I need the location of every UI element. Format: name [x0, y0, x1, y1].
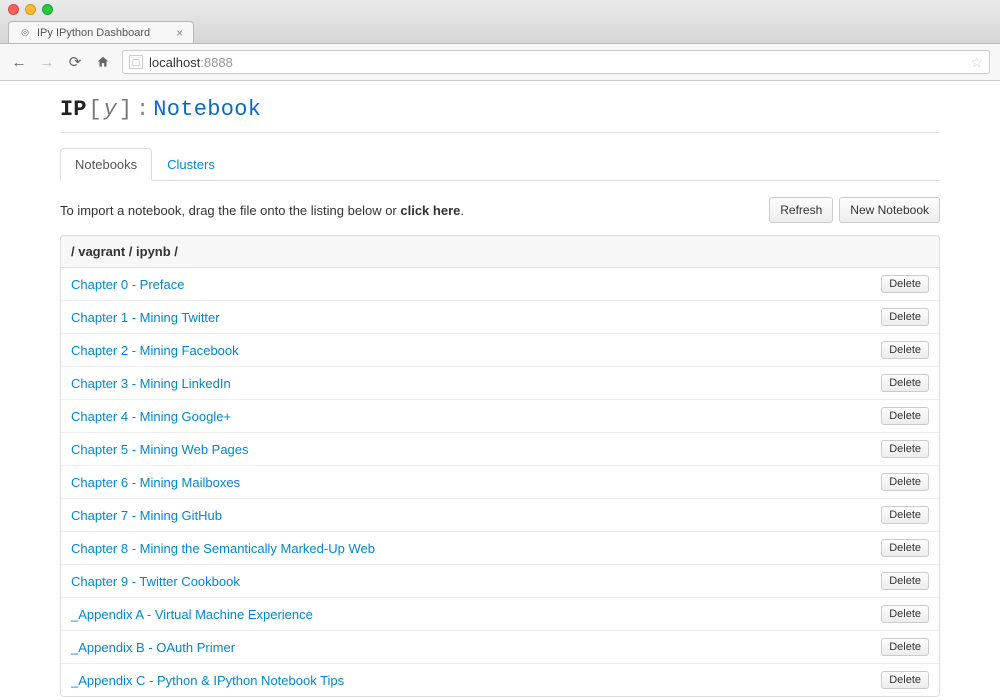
delete-button[interactable]: Delete: [881, 275, 929, 293]
list-item: Chapter 5 - Mining Web Pages Delete: [61, 433, 939, 466]
notebook-link[interactable]: Chapter 6 - Mining Mailboxes: [71, 475, 240, 490]
delete-button[interactable]: Delete: [881, 539, 929, 557]
delete-button[interactable]: Delete: [881, 506, 929, 524]
browser-tab-title: IPy IPython Dashboard: [37, 27, 150, 39]
browser-chrome: ◎ IPy IPython Dashboard ×: [0, 0, 1000, 44]
forward-button[interactable]: →: [38, 54, 56, 71]
delete-button[interactable]: Delete: [881, 638, 929, 656]
logo-ip: IP: [60, 97, 86, 122]
window-controls: [0, 0, 1000, 19]
notebook-link[interactable]: _Appendix B - OAuth Primer: [71, 640, 235, 655]
delete-button[interactable]: Delete: [881, 572, 929, 590]
window-minimize-icon[interactable]: [25, 4, 36, 15]
list-item: _Appendix B - OAuth Primer Delete: [61, 631, 939, 664]
notebook-link[interactable]: Chapter 2 - Mining Facebook: [71, 343, 239, 358]
browser-nav-bar: ← → ⟳ ▢ localhost :8888 ☆: [0, 44, 1000, 81]
browser-tab[interactable]: ◎ IPy IPython Dashboard ×: [8, 21, 194, 43]
tab-notebooks[interactable]: Notebooks: [60, 148, 152, 181]
url-host: localhost: [149, 55, 200, 70]
logo-lbracket: [: [88, 97, 101, 122]
list-item: Chapter 7 - Mining GitHub Delete: [61, 499, 939, 532]
url-port: :8888: [200, 55, 233, 70]
notebook-link[interactable]: Chapter 4 - Mining Google+: [71, 409, 231, 424]
browser-tab-strip: ◎ IPy IPython Dashboard ×: [0, 19, 1000, 43]
notebook-link[interactable]: Chapter 7 - Mining GitHub: [71, 508, 222, 523]
list-item: Chapter 4 - Mining Google+ Delete: [61, 400, 939, 433]
logo-rbracket: ]: [119, 97, 132, 122]
breadcrumb: / vagrant / ipynb /: [61, 236, 939, 268]
home-button[interactable]: [94, 55, 112, 69]
notebook-link[interactable]: Chapter 1 - Mining Twitter: [71, 310, 220, 325]
toolbar-row: To import a notebook, drag the file onto…: [60, 197, 940, 223]
notebook-link[interactable]: Chapter 9 - Twitter Cookbook: [71, 574, 240, 589]
notebook-link[interactable]: _Appendix A - Virtual Machine Experience: [71, 607, 313, 622]
import-instructions: To import a notebook, drag the file onto…: [60, 203, 464, 218]
delete-button[interactable]: Delete: [881, 407, 929, 425]
notebook-link[interactable]: Chapter 5 - Mining Web Pages: [71, 442, 249, 457]
delete-button[interactable]: Delete: [881, 473, 929, 491]
delete-button[interactable]: Delete: [881, 440, 929, 458]
import-text-suffix: .: [460, 203, 464, 218]
page-icon: ▢: [129, 55, 143, 69]
delete-button[interactable]: Delete: [881, 374, 929, 392]
new-notebook-button[interactable]: New Notebook: [839, 197, 940, 223]
tab-close-icon[interactable]: ×: [176, 27, 183, 39]
delete-button[interactable]: Delete: [881, 308, 929, 326]
ipython-logo[interactable]: IP [ y ] : Notebook: [60, 97, 940, 122]
divider: [60, 132, 940, 133]
list-item: Chapter 8 - Mining the Semantically Mark…: [61, 532, 939, 565]
url-bar[interactable]: ▢ localhost :8888 ☆: [122, 50, 990, 74]
home-icon: [96, 55, 110, 69]
back-button[interactable]: ←: [10, 54, 28, 71]
logo-row: IP [ y ] : Notebook: [60, 93, 940, 132]
list-item: Chapter 6 - Mining Mailboxes Delete: [61, 466, 939, 499]
delete-button[interactable]: Delete: [881, 605, 929, 623]
window-close-icon[interactable]: [8, 4, 19, 15]
logo-y: y: [104, 97, 117, 122]
notebook-list-panel: / vagrant / ipynb / Chapter 0 - Preface D…: [60, 235, 940, 697]
bookmark-star-icon[interactable]: ☆: [970, 54, 983, 71]
logo-notebook: Notebook: [153, 97, 261, 122]
favicon-icon: ◎: [19, 27, 31, 39]
list-item: Chapter 1 - Mining Twitter Delete: [61, 301, 939, 334]
main-tabs: NotebooksClusters: [60, 147, 940, 181]
notebook-link[interactable]: _Appendix C - Python & IPython Notebook …: [71, 673, 344, 688]
tab-clusters[interactable]: Clusters: [152, 148, 230, 181]
page-container: IP [ y ] : Notebook NotebooksClusters To…: [60, 81, 940, 697]
list-item: Chapter 3 - Mining LinkedIn Delete: [61, 367, 939, 400]
delete-button[interactable]: Delete: [881, 341, 929, 359]
notebook-link[interactable]: Chapter 0 - Preface: [71, 277, 184, 292]
list-item: Chapter 9 - Twitter Cookbook Delete: [61, 565, 939, 598]
logo-colon: :: [136, 97, 149, 122]
reload-button[interactable]: ⟳: [66, 53, 84, 71]
notebook-link[interactable]: Chapter 3 - Mining LinkedIn: [71, 376, 231, 391]
import-click-here-link[interactable]: click here: [400, 203, 460, 218]
list-item: _Appendix C - Python & IPython Notebook …: [61, 664, 939, 696]
refresh-button[interactable]: Refresh: [769, 197, 833, 223]
toolbar-buttons: Refresh New Notebook: [769, 197, 940, 223]
list-item: Chapter 0 - Preface Delete: [61, 268, 939, 301]
notebook-list: Chapter 0 - PrefaceDeleteChapter 1 - Min…: [61, 268, 939, 696]
list-item: Chapter 2 - Mining Facebook Delete: [61, 334, 939, 367]
notebook-link[interactable]: Chapter 8 - Mining the Semantically Mark…: [71, 541, 375, 556]
list-item: _Appendix A - Virtual Machine Experience…: [61, 598, 939, 631]
delete-button[interactable]: Delete: [881, 671, 929, 689]
window-zoom-icon[interactable]: [42, 4, 53, 15]
import-text-prefix: To import a notebook, drag the file onto…: [60, 203, 400, 218]
